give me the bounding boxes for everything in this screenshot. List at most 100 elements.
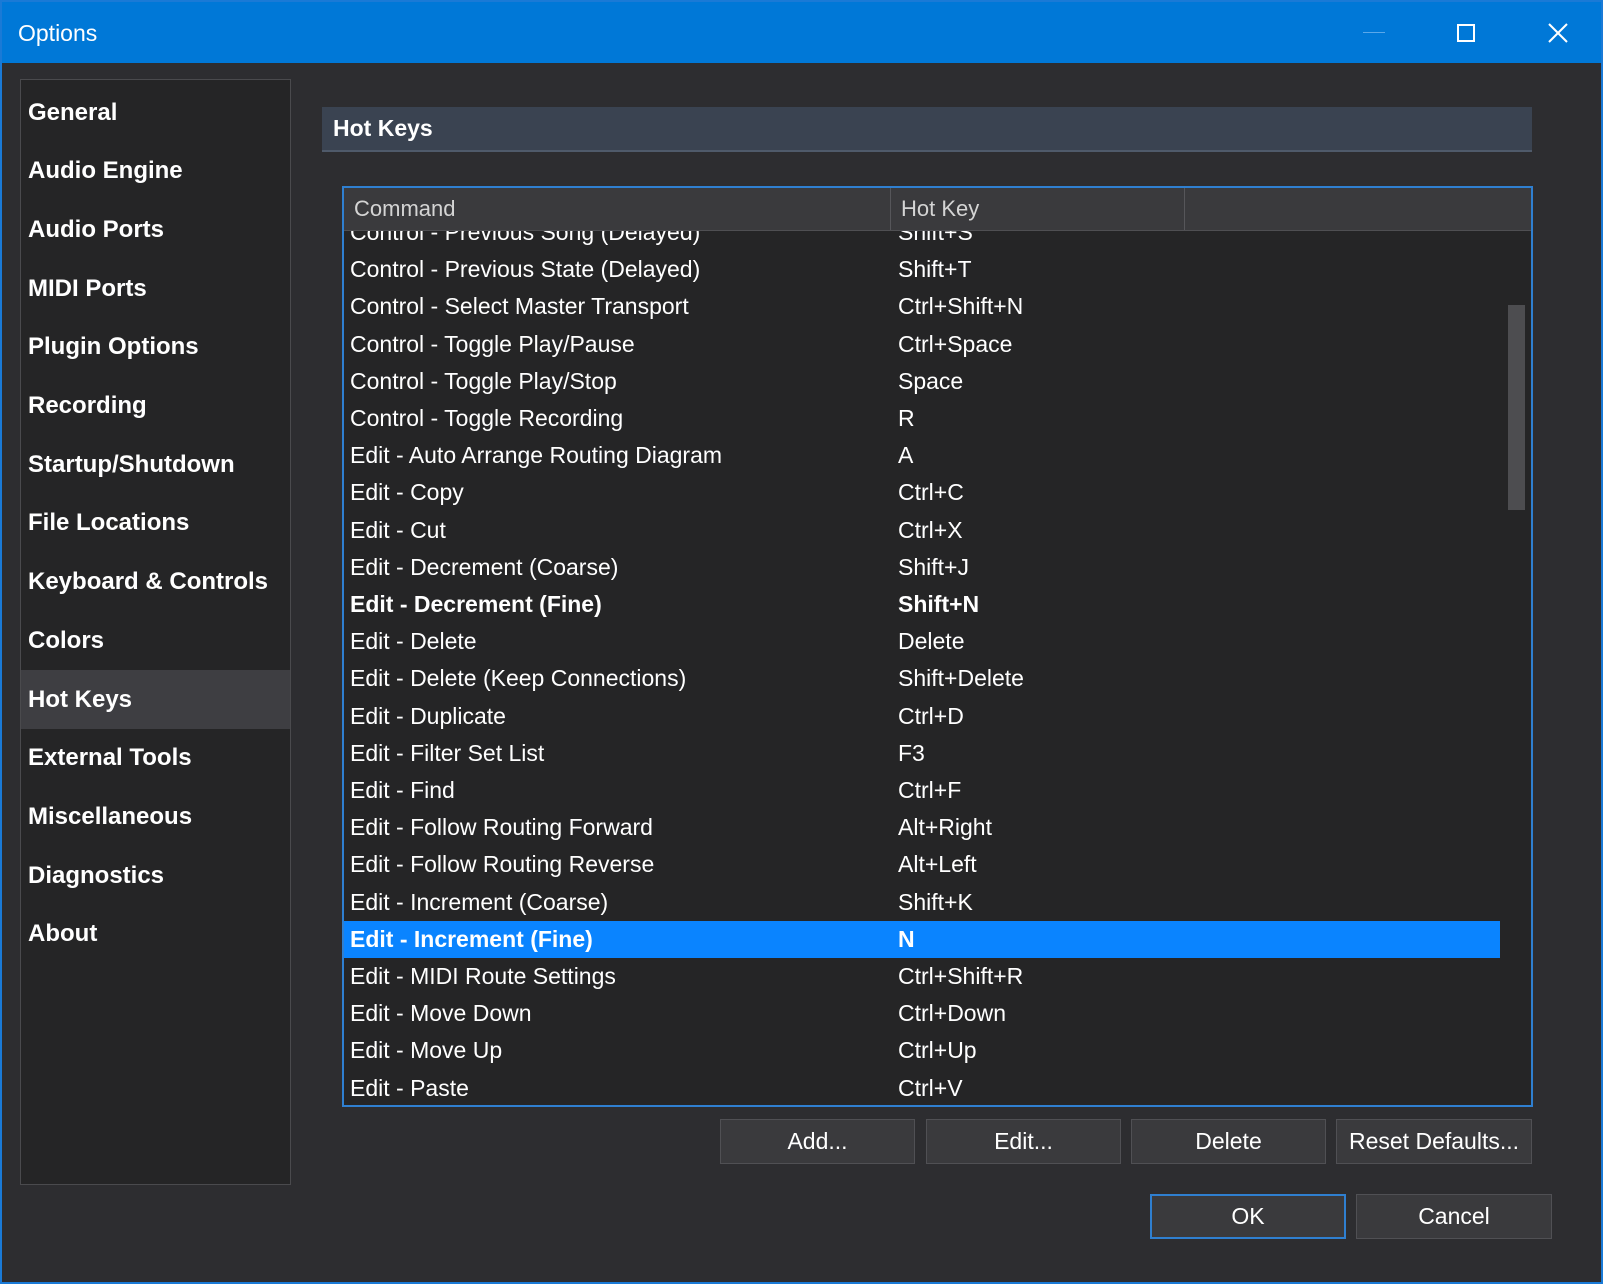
table-row[interactable]: Edit - Duplicate Ctrl+D xyxy=(344,698,1500,735)
sidebar-item-label: Hot Keys xyxy=(28,685,133,713)
sidebar-item-label: About xyxy=(28,920,98,948)
sidebar-item-miscellaneous[interactable]: Miscellaneous xyxy=(21,787,290,846)
sidebar-item-keyboard-controls[interactable]: Keyboard & Controls xyxy=(21,553,290,612)
table-row[interactable]: Control - Toggle Play/Pause Ctrl+Space xyxy=(344,326,1500,363)
table-row[interactable]: Control - Previous State (Delayed) Shift+… xyxy=(344,251,1500,288)
title-bar[interactable]: Options xyxy=(2,2,1601,63)
sidebar-item-audio-engine[interactable]: Audio Engine xyxy=(21,142,290,201)
table-row[interactable]: Edit - Follow Routing Forward Alt+Right xyxy=(344,809,1500,846)
cancel-button[interactable]: Cancel xyxy=(1356,1194,1552,1239)
table-row[interactable]: Edit - Auto Arrange Routing Diagram A xyxy=(344,437,1500,474)
close-button[interactable] xyxy=(1512,2,1603,63)
command-cell: Control - Previous State (Delayed) xyxy=(350,256,701,283)
hotkey-cell: Ctrl+Space xyxy=(898,330,1013,357)
ok-button[interactable]: OK xyxy=(1150,1194,1346,1239)
command-cell: Edit - Decrement (Fine) xyxy=(350,591,602,617)
sidebar-item-startup-shutdown[interactable]: Startup/Shutdown xyxy=(21,435,290,494)
table-row[interactable]: Edit - MIDI Route Settings Ctrl+Shift+R xyxy=(344,958,1500,995)
table-row[interactable]: Edit - Increment (Fine) N xyxy=(344,920,1500,958)
minimize-icon xyxy=(1363,32,1385,33)
sidebar-item-label: File Locations xyxy=(28,509,190,537)
table-row[interactable]: Edit - Move Down Ctrl+Down xyxy=(344,995,1500,1032)
column-header-command[interactable]: Command xyxy=(344,188,891,230)
hotkey-cell: Alt+Left xyxy=(898,851,977,878)
command-cell: Control - Toggle Play/Pause xyxy=(350,330,635,357)
table-row[interactable]: Edit - Move Up Ctrl+Up xyxy=(344,1032,1500,1069)
command-cell: Edit - Move Up xyxy=(350,1037,503,1064)
table-row[interactable]: Edit - Cut Ctrl+X xyxy=(344,512,1500,549)
table-row[interactable]: Edit - Decrement (Coarse) Shift+J xyxy=(344,549,1500,586)
table-row[interactable]: Edit - Filter Set List F3 xyxy=(344,735,1500,772)
sidebar-item-file-locations[interactable]: File Locations xyxy=(21,494,290,553)
hotkey-cell: Ctrl+Shift+N xyxy=(898,293,1024,320)
table-row[interactable]: Control - Previous Song (Delayed) Shift+S xyxy=(344,231,1500,251)
command-cell: Edit - Delete (Keep Connections) xyxy=(350,665,687,692)
hotkey-cell: A xyxy=(898,442,914,469)
command-cell: Edit - Move Down xyxy=(350,1000,532,1027)
hotkey-cell: Ctrl+D xyxy=(898,702,964,729)
table-row[interactable]: Edit - Delete Delete xyxy=(344,623,1500,660)
hotkey-cell: Alt+Right xyxy=(898,814,992,841)
table-row[interactable]: Control - Toggle Play/Stop Space xyxy=(344,363,1500,400)
table-row[interactable]: Edit - Paste Ctrl+V xyxy=(344,1070,1500,1105)
sidebar-item-label: General xyxy=(28,98,118,126)
hotkey-cell: N xyxy=(898,925,915,952)
table-row[interactable]: Control - Toggle Recording R xyxy=(344,400,1500,437)
table-row[interactable]: Edit - Delete (Keep Connections) Shift+De… xyxy=(344,660,1500,697)
sidebar-item-label: Startup/Shutdown xyxy=(28,450,235,478)
hotkey-cell: Ctrl+C xyxy=(898,479,964,506)
hotkey-cell: Shift+J xyxy=(898,553,969,580)
add-button[interactable]: Add... xyxy=(720,1119,915,1164)
command-cell: Edit - Find xyxy=(350,777,455,803)
section-header: Hot Keys xyxy=(322,107,1532,152)
sidebar-item-audio-ports[interactable]: Audio Ports xyxy=(21,200,290,259)
command-cell: Edit - MIDI Route Settings xyxy=(350,963,616,989)
sidebar-item-recording[interactable]: Recording xyxy=(21,377,290,436)
sidebar-item-general[interactable]: General xyxy=(21,83,290,142)
sidebar-item-label: External Tools xyxy=(28,744,192,772)
maximize-button[interactable] xyxy=(1420,2,1512,63)
delete-button[interactable]: Delete xyxy=(1131,1119,1326,1164)
hotkey-cell: Ctrl+X xyxy=(898,516,963,543)
close-icon xyxy=(1548,22,1568,43)
table-row[interactable]: Edit - Find Ctrl+F xyxy=(344,772,1500,809)
sidebar-item-label: Colors xyxy=(28,626,105,654)
table-row[interactable]: Control - Select Master Transport Ctrl+Sh… xyxy=(344,288,1500,325)
hotkey-cell: Ctrl+F xyxy=(898,777,962,803)
sidebar-item-hot-keys[interactable]: Hot Keys xyxy=(21,670,290,729)
hotkey-cell: Ctrl+V xyxy=(898,1074,963,1101)
sidebar-item-external-tools[interactable]: External Tools xyxy=(21,729,290,788)
hotkey-cell: Shift+N xyxy=(898,591,980,617)
hotkeys-table: Command Hot Key Control - Previous Song … xyxy=(342,186,1533,1107)
command-cell: Edit - Increment (Fine) xyxy=(350,925,593,952)
sidebar: General Audio Engine Audio Ports MIDI Ports… xyxy=(20,79,291,1185)
command-cell: Edit - Duplicate xyxy=(350,702,506,729)
sidebar-item-midi-ports[interactable]: MIDI Ports xyxy=(21,259,290,318)
command-cell: Edit - Increment (Coarse) xyxy=(350,888,609,915)
command-cell: Control - Toggle Recording xyxy=(350,405,624,431)
command-cell: Edit - Cut xyxy=(350,516,446,543)
sidebar-item-plugin-options[interactable]: Plugin Options xyxy=(21,318,290,377)
minimize-button[interactable] xyxy=(1328,2,1420,63)
table-row[interactable]: Edit - Decrement (Fine) Shift+N xyxy=(344,586,1500,623)
options-window: Options General Audio Engine Audio Ports MI… xyxy=(0,0,1603,1284)
hotkey-cell: Shift+K xyxy=(898,888,973,915)
sidebar-item-colors[interactable]: Colors xyxy=(21,611,290,670)
vertical-scrollbar[interactable] xyxy=(1500,231,1531,1105)
reset-defaults-button[interactable]: Reset Defaults... xyxy=(1336,1119,1532,1164)
hotkey-cell: R xyxy=(898,405,915,431)
command-cell: Edit - Auto Arrange Routing Diagram xyxy=(350,442,723,469)
sidebar-item-about[interactable]: About xyxy=(21,905,290,964)
column-header-hotkey[interactable]: Hot Key xyxy=(891,188,1185,230)
hotkey-cell: Shift+S xyxy=(898,231,973,245)
sidebar-item-diagnostics[interactable]: Diagnostics xyxy=(21,846,290,905)
command-cell: Edit - Filter Set List xyxy=(350,739,545,766)
table-row[interactable]: Edit - Follow Routing Reverse Alt+Left xyxy=(344,846,1500,883)
hotkey-cell: F3 xyxy=(898,739,925,766)
scrollbar-thumb[interactable] xyxy=(1508,305,1525,510)
hotkey-cell: Ctrl+Up xyxy=(898,1037,977,1064)
edit-button[interactable]: Edit... xyxy=(926,1119,1121,1164)
table-row[interactable]: Edit - Copy Ctrl+C xyxy=(344,474,1500,511)
table-row[interactable]: Edit - Increment (Coarse) Shift+K xyxy=(344,884,1500,921)
command-cell: Edit - Copy xyxy=(350,479,464,506)
